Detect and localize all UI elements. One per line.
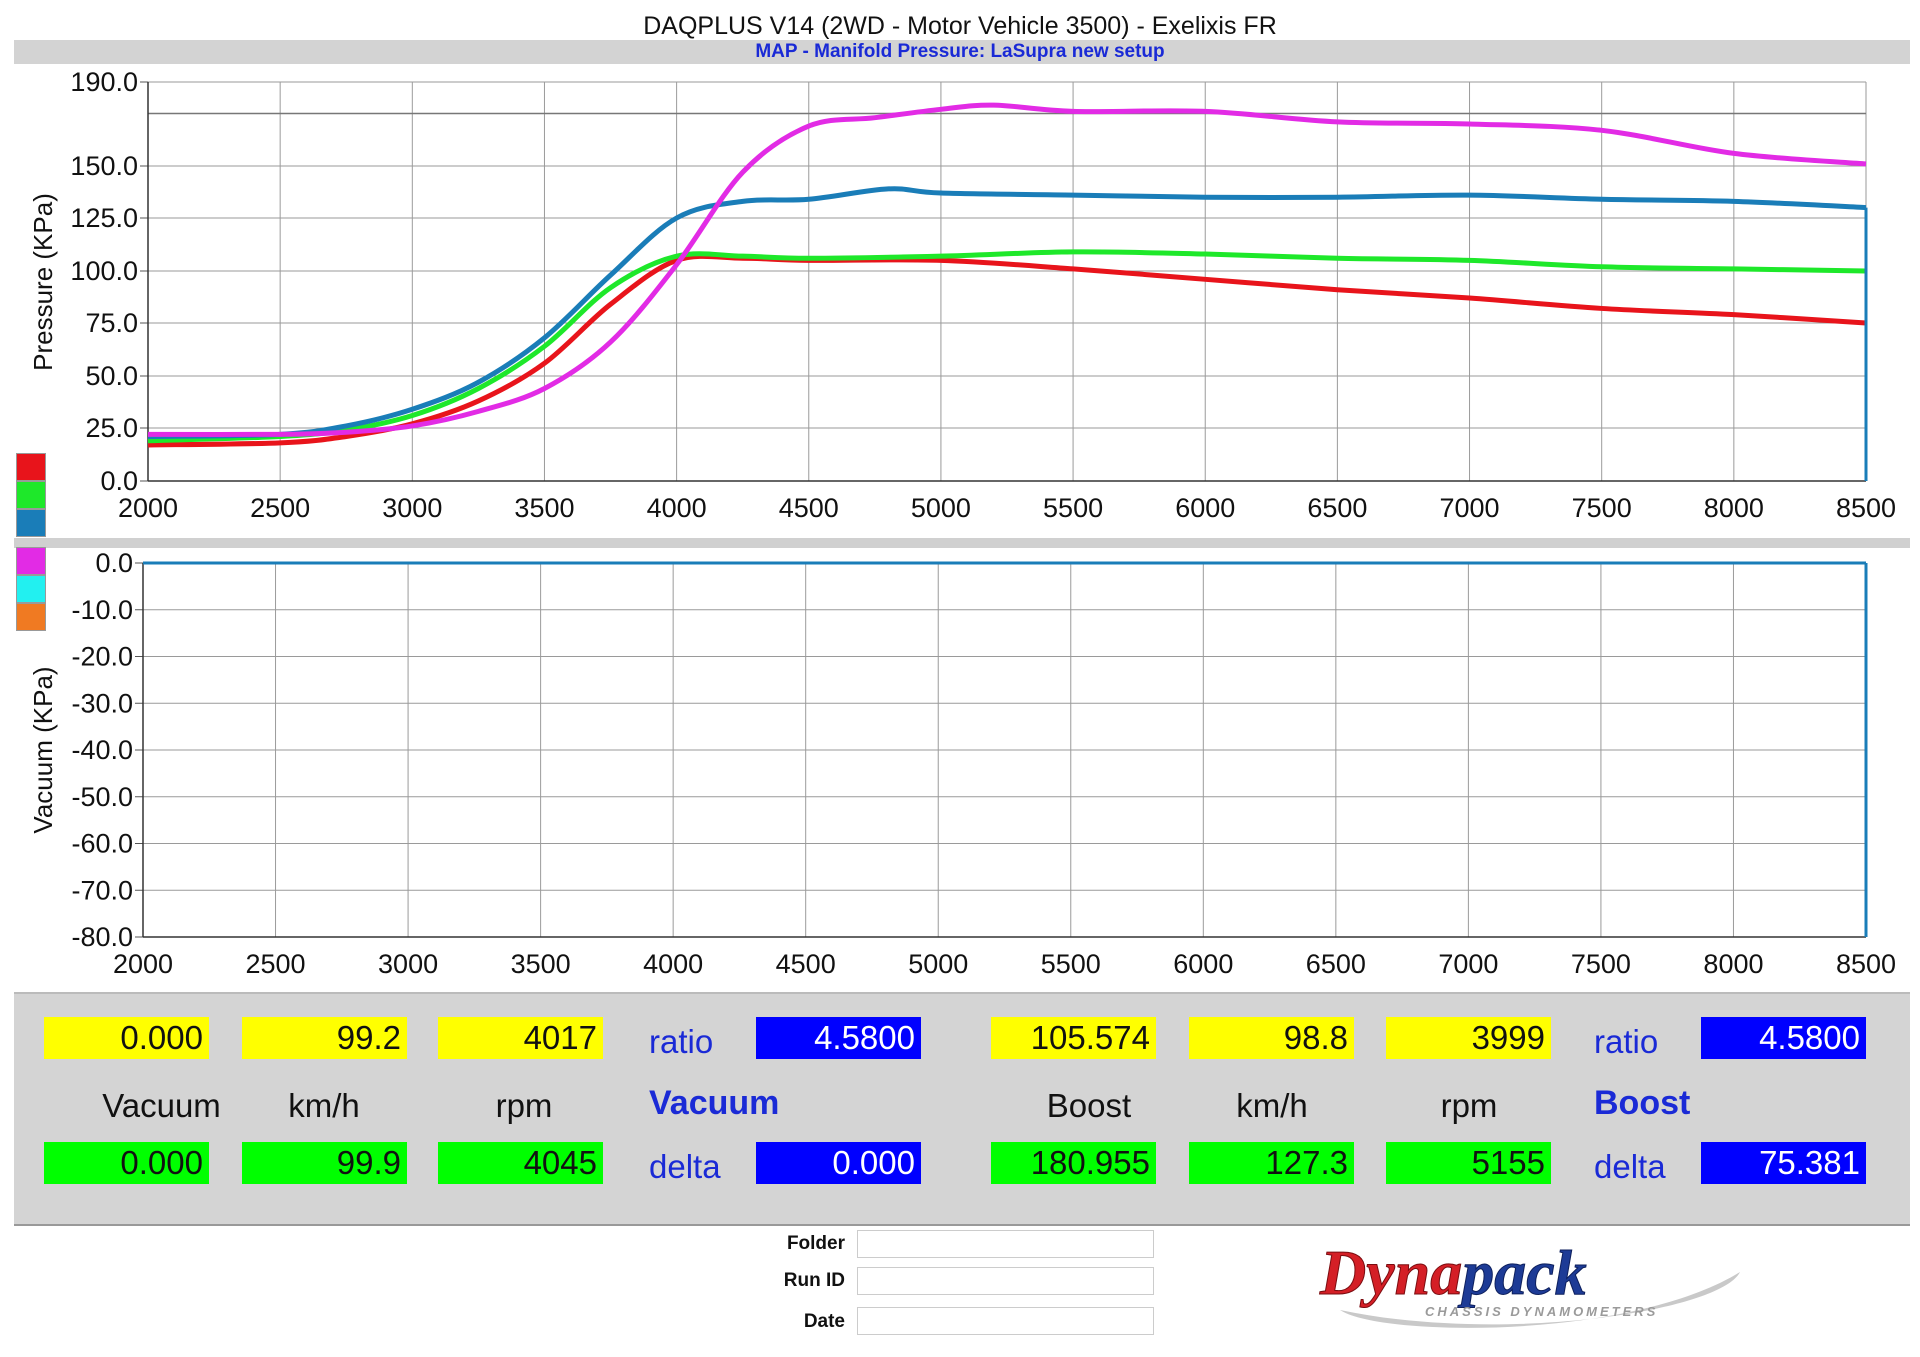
vacuum-y-tick-label: -20.0 (71, 642, 133, 672)
pressure-x-tick-label: 4500 (779, 493, 839, 523)
folder-label: Folder (786, 1233, 845, 1254)
pressure-y-axis-label: Pressure (KPa) (28, 193, 58, 371)
boost-current-rpm: 3999 (1386, 1017, 1551, 1059)
vacuum-max-speed: 99.9 (242, 1142, 407, 1184)
logo-tagline: CHASSIS DYNAMOMETERS (1425, 1304, 1658, 1319)
vacuum-y-tick-label: 0.0 (95, 548, 133, 578)
legend-swatch-blue[interactable] (16, 509, 46, 537)
dyno-charts: 2000 2500 3000 3500 4000 4500 5000 5500 6000 6500… (28, 67, 1896, 979)
boost-section-label: Boost (1594, 1084, 1691, 1122)
vacuum-x-tick-label: 2000 (113, 949, 173, 979)
vacuum-max-rpm: 4045 (438, 1142, 603, 1184)
boost-ratio-label: ratio (1594, 1023, 1659, 1060)
boost-rpm-unit: rpm (1440, 1087, 1498, 1124)
boost-delta-value: 75.381 (1701, 1142, 1866, 1184)
pressure-x-tick-label: 8500 (1836, 493, 1896, 523)
vacuum-current-rpm: 4017 (438, 1017, 603, 1059)
boost-max-value: 180.955 (991, 1142, 1156, 1184)
vacuum-x-tick-label: 6000 (1173, 949, 1233, 979)
legend-swatch-red[interactable] (16, 453, 46, 481)
vacuum-y-tick-label: -50.0 (71, 782, 133, 812)
pressure-y-tick-label: 100.0 (70, 256, 138, 286)
vacuum-x-tick-label: 8500 (1836, 949, 1896, 979)
boost-label: Boost (1046, 1087, 1132, 1124)
vacuum-y-tick-label: -80.0 (71, 922, 133, 952)
pressure-x-tick-label: 6500 (1307, 493, 1367, 523)
vacuum-y-tick-label: -30.0 (71, 688, 133, 718)
legend-swatch-orange[interactable] (16, 603, 46, 631)
pressure-y-tick-label: 50.0 (85, 361, 138, 391)
pressure-x-tick-label: 3500 (514, 493, 574, 523)
vacuum-max-value: 0.000 (44, 1142, 209, 1184)
vacuum-speed-unit: km/h (288, 1087, 360, 1124)
boost-speed-unit: km/h (1236, 1087, 1308, 1124)
run-id-field[interactable] (857, 1267, 1154, 1295)
vacuum-x-tick-label: 2500 (245, 949, 305, 979)
date-label: Date (803, 1311, 845, 1332)
vacuum-y-tick-label: -70.0 (71, 875, 133, 905)
vacuum-x-tick-label: 4000 (643, 949, 703, 979)
vacuum-x-tick-label: 6500 (1306, 949, 1366, 979)
pressure-y-tick-label: 190.0 (70, 67, 138, 97)
vacuum-current-speed: 99.2 (242, 1017, 407, 1059)
vacuum-current-value: 0.000 (44, 1017, 209, 1059)
vacuum-plot-area (143, 561, 1866, 937)
pressure-x-tick-label: 4000 (647, 493, 707, 523)
logo-brand: Dynapack (1319, 1237, 1587, 1308)
run-id-label: Run ID (783, 1270, 845, 1291)
vacuum-delta-value: 0.000 (756, 1142, 921, 1184)
pressure-y-tick-label: 125.0 (70, 203, 138, 233)
boost-max-rpm: 5155 (1386, 1142, 1551, 1184)
folder-field[interactable] (857, 1230, 1154, 1258)
legend-swatch-magenta[interactable] (16, 547, 46, 575)
boost-current-speed: 98.8 (1189, 1017, 1354, 1059)
vacuum-y-tick-label: -60.0 (71, 829, 133, 859)
pressure-x-tick-label: 8000 (1704, 493, 1764, 523)
vacuum-delta-label: delta (649, 1148, 721, 1185)
vacuum-y-tick-label: -40.0 (71, 735, 133, 765)
pressure-y-tick-label: 75.0 (85, 308, 138, 338)
date-field[interactable] (857, 1307, 1154, 1335)
vacuum-x-tick-label: 8000 (1703, 949, 1763, 979)
pressure-y-tick-label: 25.0 (85, 413, 138, 443)
vacuum-x-tick-label: 3000 (378, 949, 438, 979)
pressure-x-tick-label: 5000 (911, 493, 971, 523)
pressure-x-tick-label: 3000 (382, 493, 442, 523)
pressure-y-tick-label: 0.0 (100, 466, 138, 496)
legend-swatch-green[interactable] (16, 481, 46, 509)
pressure-plot-area (148, 80, 1866, 481)
vacuum-y-tick-label: -10.0 (71, 595, 133, 625)
vacuum-ratio-label: ratio (649, 1023, 714, 1060)
vacuum-section-label: Vacuum (649, 1084, 780, 1122)
pressure-x-tick-label: 7000 (1439, 493, 1499, 523)
dynapack-logo: Dynapack CHASSIS DYNAMOMETERS (1319, 1237, 1740, 1328)
boost-ratio-value: 4.5800 (1701, 1017, 1866, 1059)
pressure-x-tick-label: 5500 (1043, 493, 1103, 523)
boost-delta-label: delta (1594, 1148, 1666, 1185)
boost-max-speed: 127.3 (1189, 1142, 1354, 1184)
vacuum-ratio-value: 4.5800 (756, 1017, 921, 1059)
vacuum-x-tick-label: 4500 (776, 949, 836, 979)
readout-panel: 0.000 99.2 4017 ratio 4.5800 105.574 98.… (14, 992, 1910, 1226)
vacuum-x-tick-label: 5000 (908, 949, 968, 979)
pressure-x-tick-label: 7500 (1572, 493, 1632, 523)
vacuum-label: Vacuum (102, 1087, 221, 1124)
vacuum-rpm-unit: rpm (495, 1087, 553, 1124)
vacuum-x-tick-label: 7500 (1571, 949, 1631, 979)
vacuum-y-axis-label: Vacuum (KPa) (28, 666, 58, 833)
pressure-x-tick-label: 6000 (1175, 493, 1235, 523)
vacuum-x-tick-label: 7000 (1438, 949, 1498, 979)
boost-current-value: 105.574 (991, 1017, 1156, 1059)
vacuum-x-tick-label: 3500 (511, 949, 571, 979)
legend-swatch-cyan[interactable] (16, 575, 46, 603)
vacuum-x-tick-label: 5500 (1041, 949, 1101, 979)
pressure-y-tick-label: 150.0 (70, 151, 138, 181)
pressure-x-tick-label: 2500 (250, 493, 310, 523)
pressure-x-tick-label: 2000 (118, 493, 178, 523)
